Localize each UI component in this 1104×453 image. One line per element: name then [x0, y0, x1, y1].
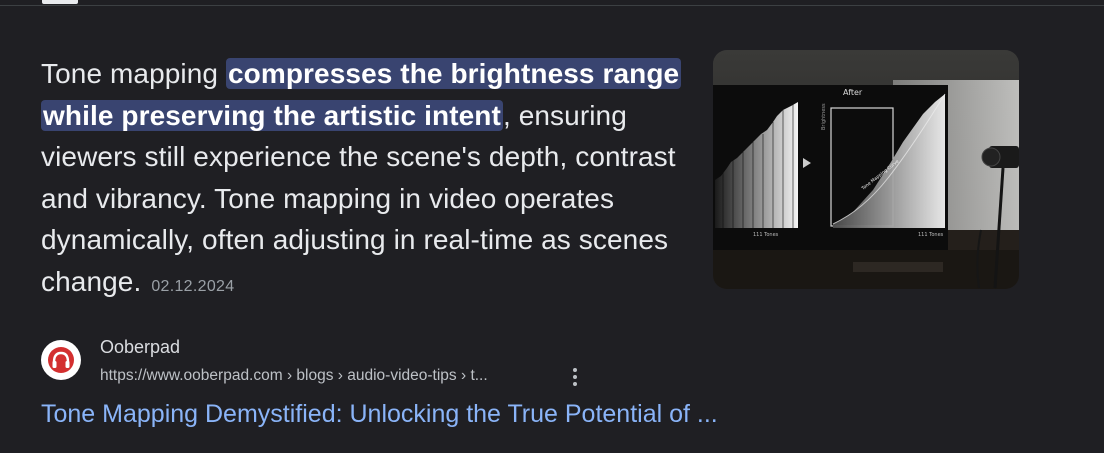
tone-mapping-illustration: 111 Tones After Brightness Tone Mapping … [713, 50, 1019, 289]
top-divider [0, 5, 1104, 6]
thumb-label-right: 111 Tones [918, 232, 944, 238]
snippet-thumbnail[interactable]: 111 Tones After Brightness Tone Mapping … [713, 50, 1019, 289]
headphones-icon [48, 347, 74, 373]
thumb-axis-label: Brightness [821, 103, 827, 130]
thumb-caption-after: After [843, 88, 863, 97]
source-site-name[interactable]: Ooberpad [100, 337, 180, 358]
thumb-label-left: 111 Tones [753, 232, 779, 238]
source-breadcrumb-url[interactable]: https://www.ooberpad.com › blogs › audio… [100, 367, 488, 385]
result-title-link[interactable]: Tone Mapping Demystified: Unlocking the … [41, 400, 718, 429]
snippet-date: 02.12.2024 [151, 277, 235, 295]
featured-snippet-text: Tone mapping compresses the brightness r… [41, 53, 682, 307]
ooberpad-favicon[interactable] [41, 340, 81, 380]
snippet-lead: Tone mapping [41, 58, 226, 89]
more-options-icon[interactable] [567, 365, 583, 389]
active-tab-indicator [42, 0, 78, 4]
